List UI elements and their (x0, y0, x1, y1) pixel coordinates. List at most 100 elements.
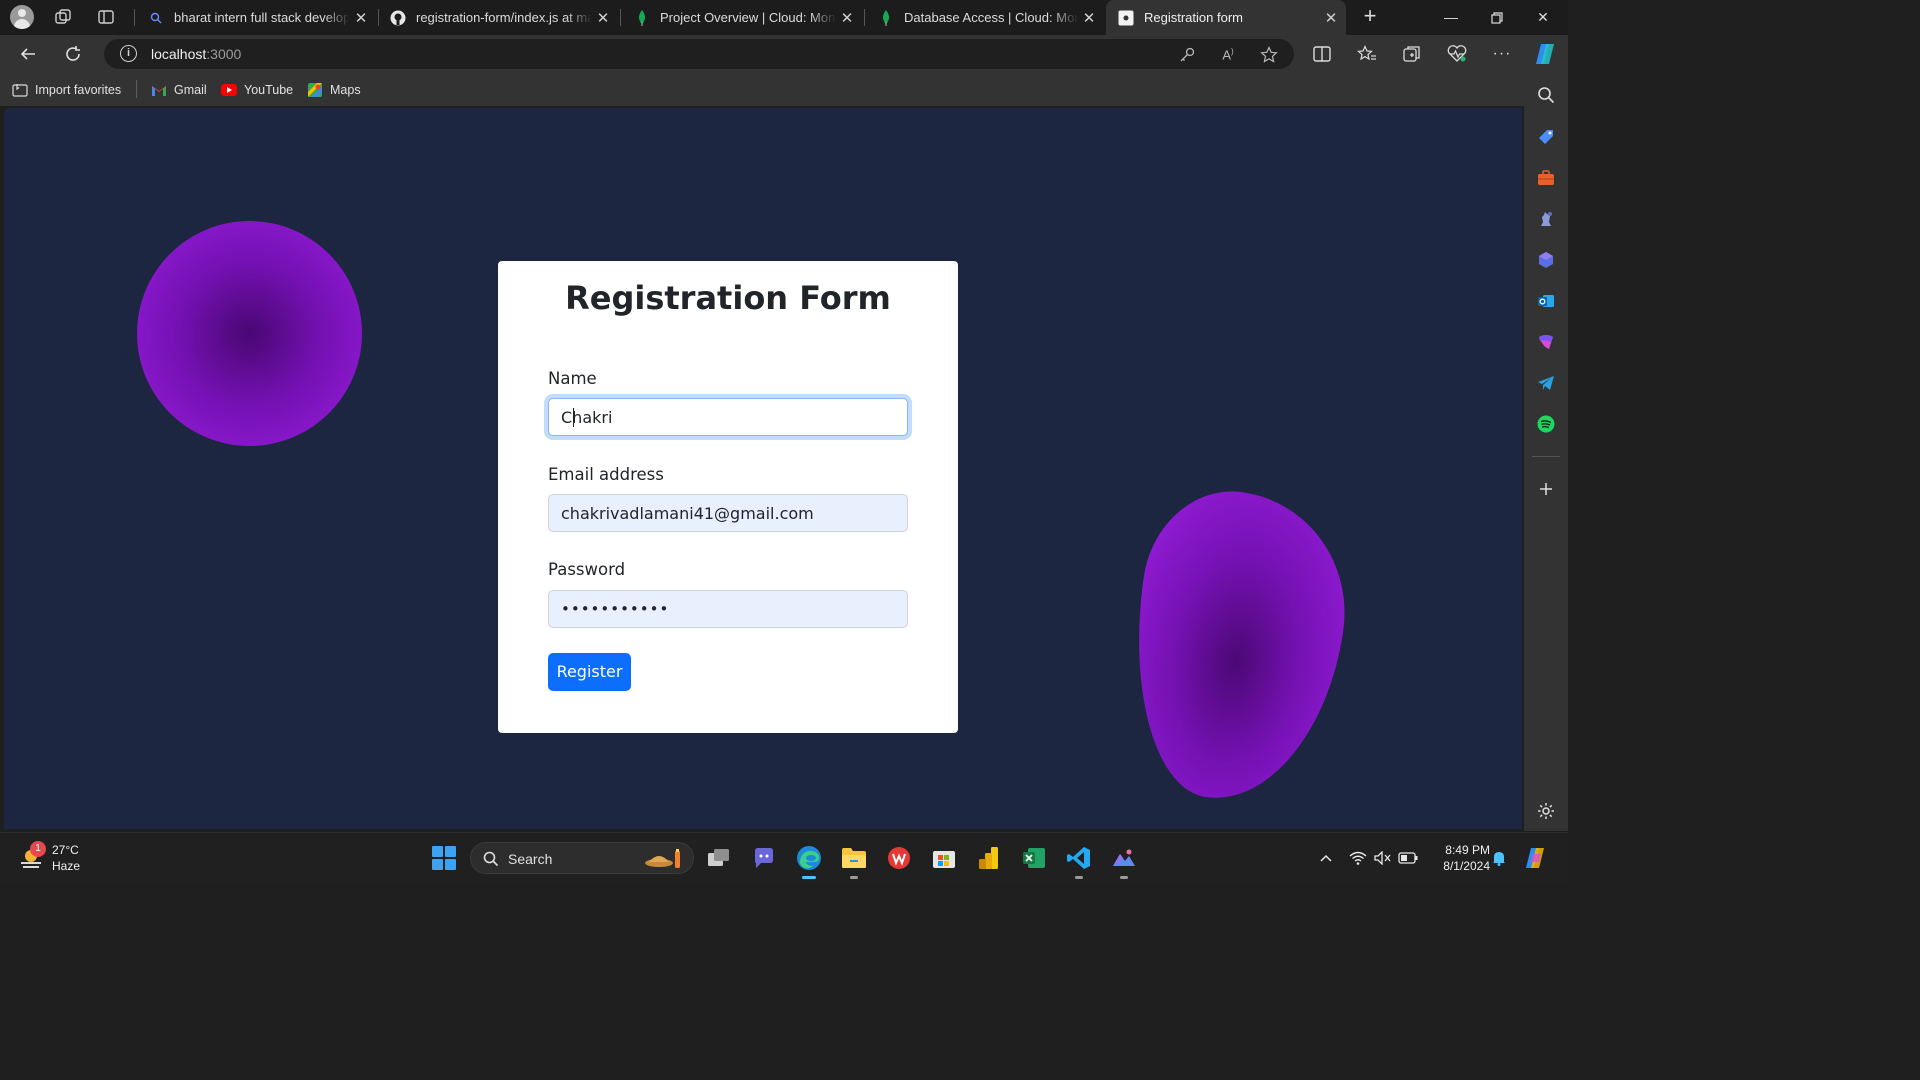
copilot-app-icon[interactable] (1536, 250, 1556, 270)
gmail-link[interactable]: Gmail (151, 81, 207, 99)
tab-project-overview[interactable]: Project Overview | Cloud: Mongo ✕ (622, 0, 862, 35)
vscode-icon[interactable] (1066, 845, 1092, 879)
mongodb-leaf-icon (634, 9, 650, 26)
minimize-icon[interactable]: — (1428, 0, 1474, 35)
sidebar-settings-gear-icon[interactable] (1536, 801, 1556, 821)
page-icon (1118, 10, 1134, 26)
tab-title: registration-form/index.js at mai (416, 10, 592, 25)
name-label: Name (548, 369, 597, 388)
new-tab-icon[interactable]: + (1358, 5, 1382, 29)
form-title: Registration Form (565, 279, 891, 317)
outlook-icon[interactable] (1536, 291, 1556, 311)
more-options-icon[interactable]: ··· (1492, 44, 1512, 64)
navigation-toolbar: i localhost:3000 A) ··· (0, 35, 1568, 73)
spotify-icon[interactable] (1536, 414, 1556, 434)
tab-strip: bharat intern full stack developm ✕ regi… (0, 0, 1568, 35)
tab-title: Registration form (1144, 10, 1243, 25)
close-tab-icon[interactable]: ✕ (836, 9, 858, 27)
refresh-icon[interactable] (61, 42, 85, 66)
weather-widget[interactable]: 1 27°C Haze (18, 840, 80, 876)
collections-icon[interactable] (1402, 44, 1422, 64)
close-tab-icon[interactable]: ✕ (1078, 9, 1100, 27)
maps-link[interactable]: Maps (307, 81, 361, 99)
maps-icon (307, 82, 323, 98)
photos-icon[interactable] (1111, 845, 1137, 879)
favorites-bar: Import favorites Gmail YouTube Maps (0, 73, 1568, 106)
favorites-icon[interactable] (1357, 44, 1377, 64)
decorative-purple-circle (137, 221, 362, 446)
split-screen-icon[interactable] (1312, 44, 1332, 64)
sidebar-separator (1532, 456, 1560, 457)
shopping-tag-icon[interactable] (1536, 127, 1556, 147)
telegram-icon[interactable] (1536, 373, 1556, 393)
decorative-purple-blob (1114, 480, 1361, 813)
notification-badge: 1 (30, 841, 46, 857)
tab-title: Database Access | Cloud: Mongo (904, 10, 1078, 25)
search-icon (148, 10, 164, 26)
mongodb-leaf-icon (878, 9, 894, 26)
name-input[interactable]: Chakri (548, 398, 908, 436)
read-aloud-icon[interactable]: A) (1219, 46, 1237, 64)
windows-start-icon[interactable] (432, 846, 456, 870)
designer-icon[interactable] (1536, 332, 1556, 352)
github-icon (390, 10, 406, 26)
gmail-icon (151, 82, 167, 98)
close-tab-icon[interactable]: ✕ (592, 9, 614, 27)
url-text: localhost:3000 (151, 46, 242, 62)
system-clock[interactable]: 8:49 PM 8/1/2024 (1420, 842, 1490, 874)
site-info-icon[interactable]: i (120, 45, 137, 62)
notification-bell-icon[interactable] (1490, 849, 1508, 867)
power-bi-icon[interactable] (976, 845, 1002, 871)
tab-registration-form[interactable]: Registration form ✕ (1106, 0, 1346, 35)
import-icon (12, 82, 28, 98)
workspaces-icon[interactable] (54, 8, 72, 26)
close-tab-icon[interactable]: ✕ (1320, 9, 1342, 27)
password-input[interactable]: ••••••••••• (548, 590, 908, 628)
wifi-icon[interactable] (1349, 849, 1367, 867)
favorites-separator (136, 80, 137, 98)
password-key-icon[interactable] (1178, 46, 1196, 64)
register-button[interactable]: Register (548, 653, 631, 691)
youtube-icon (221, 82, 237, 98)
search-icon[interactable] (1536, 85, 1556, 105)
excel-icon[interactable] (1021, 845, 1047, 871)
youtube-link[interactable]: YouTube (221, 81, 293, 99)
edge-browser-icon[interactable] (788, 837, 830, 879)
tab-title: bharat intern full stack developm (174, 10, 350, 25)
tools-icon[interactable] (1536, 168, 1556, 188)
volume-muted-icon[interactable] (1374, 849, 1392, 867)
tab-bharat-intern[interactable]: bharat intern full stack developm ✕ (136, 0, 376, 35)
import-favorites-link[interactable]: Import favorites (12, 81, 121, 99)
close-tab-icon[interactable]: ✕ (350, 9, 372, 27)
taskbar-search[interactable]: Search (470, 842, 694, 874)
windows-taskbar: 1 27°C Haze Search 8:49 PM 8/1/2024 (0, 832, 1568, 882)
microsoft-store-icon[interactable] (931, 845, 957, 871)
tab-github-index[interactable]: registration-form/index.js at mai ✕ (378, 0, 618, 35)
address-bar[interactable]: i localhost:3000 A) (104, 39, 1294, 69)
close-window-icon[interactable]: ✕ (1520, 0, 1566, 35)
add-sidebar-app-icon[interactable] (1536, 479, 1556, 499)
games-icon[interactable] (1536, 209, 1556, 229)
show-hidden-icons-chevron-icon[interactable] (1318, 849, 1334, 867)
favorite-star-icon[interactable] (1260, 46, 1278, 64)
copilot-taskbar-icon[interactable] (1522, 845, 1550, 871)
tab-title: Project Overview | Cloud: Mongo (660, 10, 836, 25)
search-icon (483, 851, 499, 867)
registration-card: Registration Form Name Chakri Email addr… (498, 261, 958, 733)
weather-temp: 27°C (52, 843, 79, 857)
profile-avatar-icon[interactable] (10, 5, 34, 29)
tab-actions-icon[interactable] (97, 8, 115, 26)
wps-office-icon[interactable] (886, 845, 912, 871)
browser-essentials-icon[interactable] (1447, 44, 1467, 64)
copilot-icon[interactable] (1532, 41, 1558, 67)
email-input[interactable]: chakrivadlamani41@gmail.com (548, 494, 908, 532)
tab-database-access[interactable]: Database Access | Cloud: Mongo ✕ (866, 0, 1104, 35)
teams-chat-icon[interactable] (751, 845, 777, 871)
page-viewport: Registration Form Name Chakri Email addr… (4, 108, 1522, 829)
password-label: Password (548, 560, 626, 579)
task-view-icon[interactable] (706, 845, 732, 871)
file-explorer-icon[interactable] (841, 845, 867, 879)
restore-icon[interactable] (1474, 0, 1520, 35)
battery-icon[interactable] (1398, 849, 1418, 867)
back-arrow-icon[interactable] (16, 42, 40, 66)
